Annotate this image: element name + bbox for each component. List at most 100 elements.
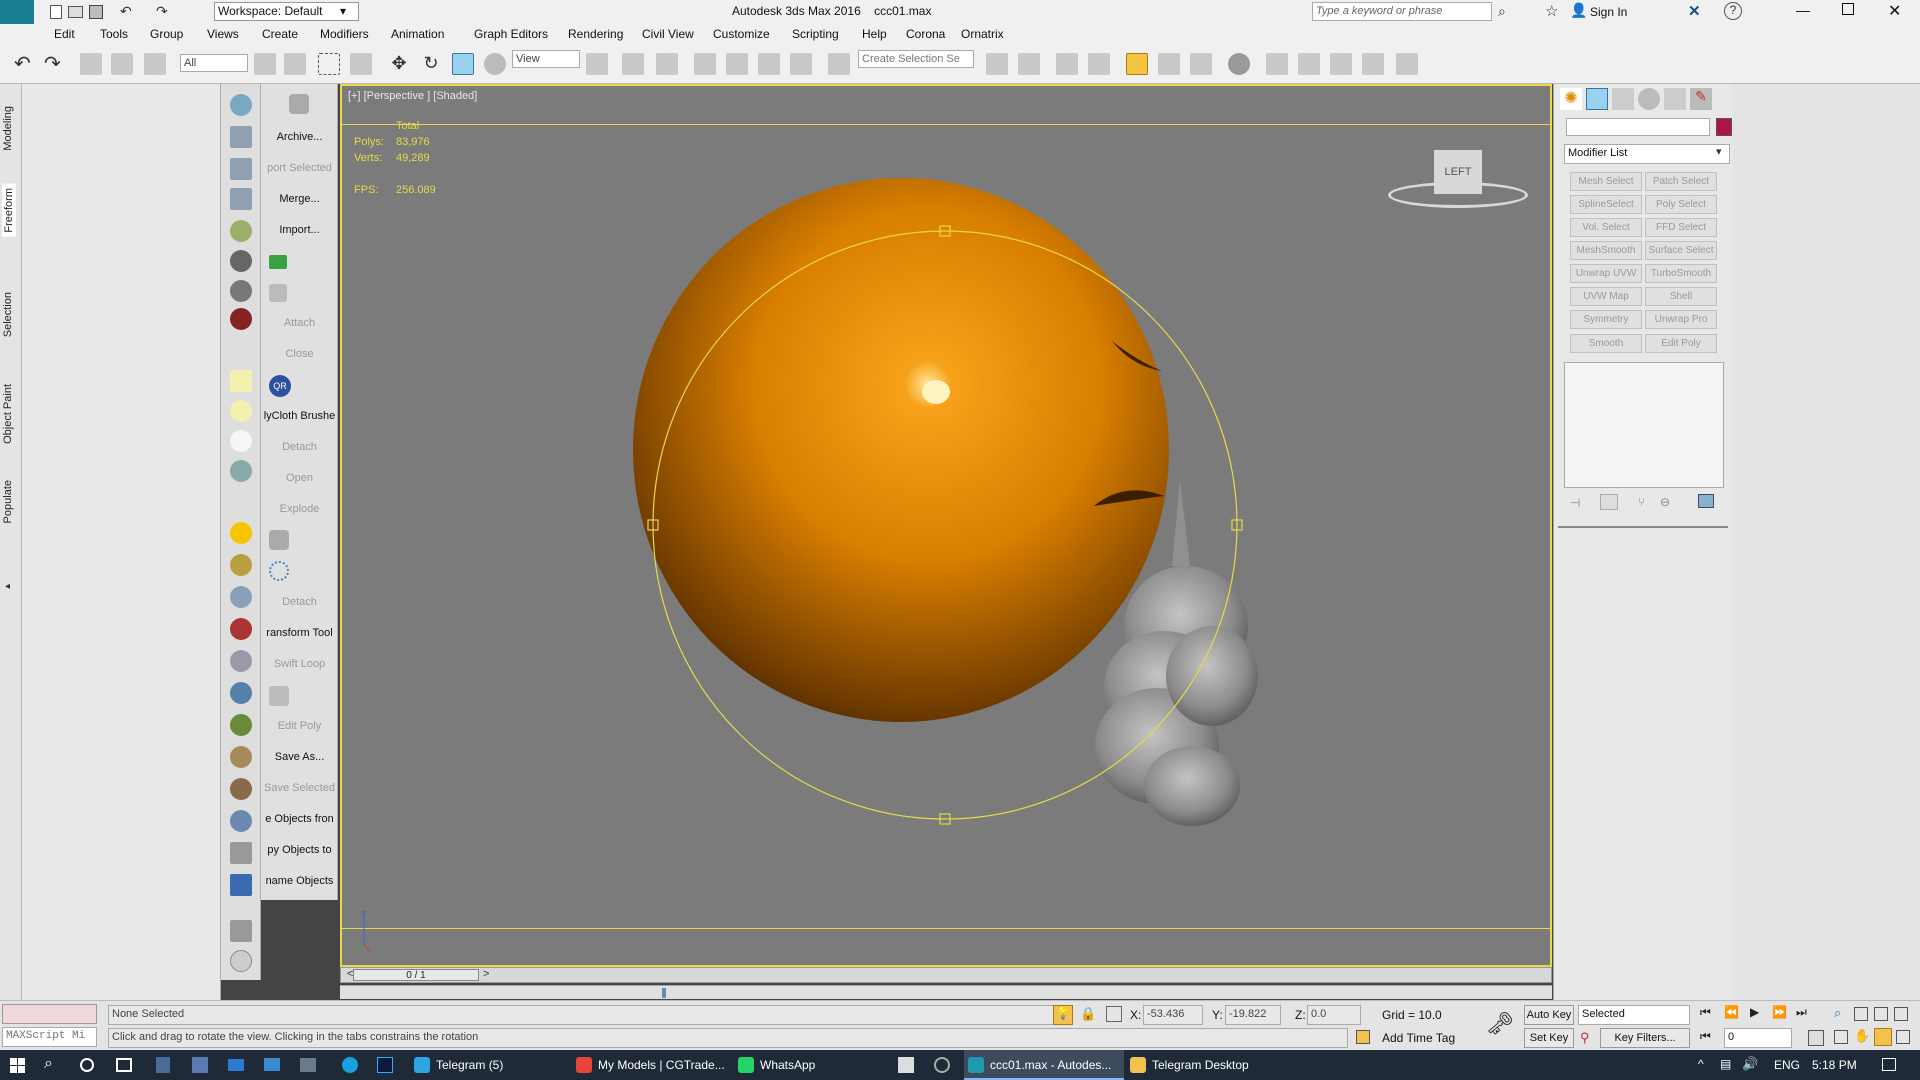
detach-button[interactable]: Detach (261, 441, 337, 453)
particles-icon[interactable] (269, 561, 289, 581)
material-editor-icon[interactable] (1228, 53, 1250, 75)
taskbar-telegram[interactable]: Telegram (5) (410, 1050, 570, 1080)
sign-in-link[interactable]: Sign In (1590, 5, 1627, 19)
merge-button[interactable]: Merge... (261, 193, 337, 205)
menu-help[interactable]: Help (862, 27, 887, 41)
new-file-icon[interactable] (50, 5, 62, 19)
maximize-viewport-icon[interactable] (1896, 1030, 1910, 1044)
workspace-dropdown[interactable]: Workspace: Default ▾ (214, 2, 359, 21)
meshsmooth-button[interactable]: MeshSmooth (1570, 241, 1642, 260)
orange-sphere[interactable] (633, 178, 1169, 722)
render-production-icon[interactable] (1330, 53, 1352, 75)
time-slider[interactable]: < 0 / 1 > (340, 967, 1552, 983)
redo-icon[interactable]: ↷ (156, 3, 168, 20)
snaps-toggle-icon[interactable] (694, 53, 716, 75)
angle-snap-icon[interactable] (726, 53, 748, 75)
edit-named-selection-icon[interactable] (828, 53, 850, 75)
time-tag-icon[interactable] (1356, 1030, 1370, 1044)
key-filters-button[interactable]: Key Filters... (1600, 1028, 1690, 1048)
go-to-end-icon[interactable]: ⏭ (1796, 1005, 1807, 1020)
remove-modifier-icon[interactable]: ⊖ (1660, 495, 1670, 509)
help-icon[interactable]: ? (1724, 2, 1742, 20)
import-icon[interactable] (230, 220, 252, 242)
key-icon[interactable]: 🗝 (1486, 1011, 1514, 1037)
maxscript-listener-pink[interactable] (2, 1004, 97, 1024)
current-frame-field[interactable]: 0 (1724, 1028, 1792, 1048)
viewcube[interactable]: LEFT (1388, 150, 1538, 210)
z-coordinate-field[interactable]: 0.0 (1307, 1005, 1361, 1025)
percent-snap-icon[interactable] (758, 53, 780, 75)
reference-coordinate-dropdown[interactable]: View (512, 50, 580, 68)
taskbar-telegram-desktop[interactable]: Telegram Desktop (1126, 1050, 1286, 1080)
tab-populate[interactable]: Populate (2, 480, 14, 523)
time-configuration-icon[interactable] (1808, 1030, 1824, 1046)
layers-icon[interactable] (230, 586, 252, 608)
taskbar-chrome-cgtrader[interactable]: My Models | CGTrade... (572, 1050, 732, 1080)
detach-button-2[interactable]: Detach (261, 596, 337, 608)
hair-brush-icon[interactable] (230, 746, 252, 768)
swift-loop-button[interactable]: Swift Loop (261, 658, 337, 670)
mirror-icon[interactable] (986, 53, 1008, 75)
qr-icon[interactable]: QR (269, 375, 291, 397)
plane-icon[interactable] (230, 370, 252, 392)
go-to-start-icon[interactable]: ⏮ (1700, 1005, 1711, 1020)
isolate-selection-icon[interactable]: 💡 (1053, 1005, 1073, 1025)
track-bar[interactable] (340, 985, 1552, 999)
rename-objects-button[interactable]: name Objects (261, 875, 337, 887)
edit-poly-modifier-button[interactable]: Edit Poly (1645, 334, 1717, 353)
selection-set-dropdown[interactable]: Selected (1578, 1005, 1690, 1025)
notifications-icon[interactable] (1882, 1058, 1896, 1071)
menu-rendering[interactable]: Rendering (568, 27, 623, 41)
add-time-tag[interactable]: Add Time Tag (1382, 1031, 1455, 1045)
clock[interactable]: 5:18 PM (1812, 1058, 1857, 1072)
lock-selection-icon[interactable]: 🔒 (1080, 1006, 1096, 1022)
pin-stack-icon[interactable]: ⊣ (1570, 496, 1580, 510)
menu-create[interactable]: Create (262, 27, 298, 41)
unwrap-pro-button[interactable]: Unwrap Pro (1645, 310, 1717, 329)
configure-modifier-sets-icon[interactable] (1698, 494, 1714, 508)
grass-icon[interactable] (230, 714, 252, 736)
menu-edit[interactable]: Edit (54, 27, 75, 41)
paint-brush-icon[interactable] (230, 280, 252, 302)
search-input[interactable]: Type a keyword or phrase (1312, 2, 1492, 21)
set-key-button[interactable]: Set Key (1524, 1028, 1574, 1048)
absolute-mode-icon[interactable] (1106, 1006, 1122, 1022)
play-icon[interactable]: ▶ (1750, 1005, 1759, 1019)
material-icon[interactable] (230, 618, 252, 640)
keyboard-shortcut-override-icon[interactable] (656, 53, 678, 75)
transform-tool-button[interactable]: ransform Tool (261, 627, 337, 639)
render-icon[interactable] (269, 255, 287, 269)
menu-views[interactable]: Views (207, 27, 239, 41)
calculator-icon[interactable] (156, 1057, 170, 1073)
rectangular-selection-icon[interactable] (318, 53, 340, 75)
menu-tools[interactable]: Tools (100, 27, 128, 41)
pan-view-icon[interactable]: ✋ (1854, 1028, 1870, 1044)
open-file-icon[interactable] (68, 6, 83, 18)
orbit-icon[interactable] (1874, 1028, 1892, 1046)
layer-manager-icon[interactable] (1088, 53, 1110, 75)
spinner-snap-icon[interactable] (790, 53, 812, 75)
rename-objects-icon[interactable] (230, 874, 252, 896)
y-coordinate-field[interactable]: -19.822 (1225, 1005, 1281, 1025)
cone-icon[interactable] (230, 490, 252, 512)
undo-icon[interactable]: ↶ (120, 3, 132, 20)
select-manipulate-icon[interactable] (622, 53, 644, 75)
menu-graph-editors[interactable]: Graph Editors (474, 27, 548, 41)
attach-button[interactable]: Attach (261, 317, 337, 329)
zoom-extents-icon[interactable] (1874, 1007, 1888, 1021)
curve-editor-icon[interactable] (1158, 53, 1180, 75)
archive-icon[interactable] (230, 126, 252, 148)
photoshop-icon[interactable] (377, 1057, 393, 1073)
time-slider-thumb[interactable]: 0 / 1 (353, 969, 479, 981)
tab-selection[interactable]: Selection (2, 292, 14, 337)
menu-group[interactable]: Group (150, 27, 183, 41)
sun-light-icon[interactable] (230, 522, 252, 544)
script-icon[interactable] (230, 920, 252, 942)
save-as-button[interactable]: Save As... (261, 751, 337, 763)
open-button[interactable]: Open (261, 472, 337, 484)
network-icon[interactable] (300, 1058, 316, 1072)
menu-customize[interactable]: Customize (713, 27, 770, 41)
render-iterative-icon[interactable] (1362, 53, 1384, 75)
pinned-app-icon[interactable] (898, 1057, 914, 1073)
uvw-map-button[interactable]: UVW Map (1570, 287, 1642, 306)
